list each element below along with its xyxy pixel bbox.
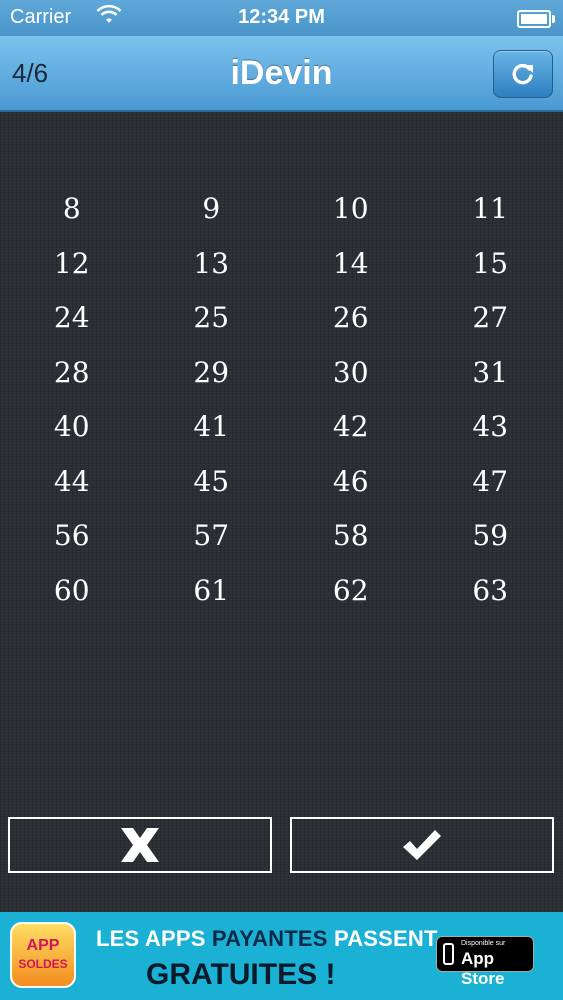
grid-number: 26	[332, 301, 369, 334]
grid-number: 40	[53, 410, 90, 443]
grid-number: 45	[193, 464, 230, 498]
grid-number: 8	[62, 192, 81, 225]
check-icon	[403, 830, 441, 860]
grid-number: 59	[472, 519, 509, 552]
grid-number: 13	[193, 246, 230, 280]
grid-number: 44	[53, 464, 90, 498]
grid-number: 57	[193, 519, 230, 552]
grid-number: 43	[472, 410, 509, 443]
grid-number: 58	[332, 519, 369, 552]
grid-number: 29	[193, 355, 230, 389]
grid-number: 63	[472, 573, 509, 607]
grid-number: 11	[472, 192, 509, 225]
grid-number: 60	[53, 573, 90, 607]
grid-number: 9	[202, 192, 221, 225]
grid-number: 25	[193, 301, 230, 334]
iphone-icon	[443, 943, 454, 965]
page-title: iDevin	[230, 54, 333, 92]
grid-number: 15	[472, 246, 509, 280]
grid-number: 56	[53, 519, 90, 552]
yes-button[interactable]	[290, 817, 554, 873]
grid-number: 31	[472, 355, 509, 389]
grid-number: 10	[332, 192, 369, 225]
grid-number: 46	[332, 464, 369, 498]
grid-number: 28	[53, 355, 90, 389]
app-soldes-logo: APP SOLDES	[10, 922, 76, 988]
x-icon	[121, 828, 159, 862]
grid-number: 24	[53, 301, 90, 334]
grid-number: 41	[193, 410, 230, 443]
nav-bar: 4/6 iDevin	[0, 36, 563, 112]
main-area: 8 9 10 11 12 13 14 15 24 25 26 27 28 29 30 31 40 41 42 43 44…	[0, 112, 563, 912]
refresh-button[interactable]	[493, 50, 553, 98]
grid-number: 61	[193, 573, 230, 607]
grid-number: 27	[472, 301, 509, 334]
grid-number: 42	[332, 410, 369, 443]
no-button[interactable]	[8, 817, 272, 873]
refresh-icon	[512, 63, 533, 85]
grid-number: 47	[472, 464, 509, 498]
number-grid: 8 9 10 11 12 13 14 15 24 25 26 27 28 29 30 31 40 41 42 43 44…	[2, 182, 560, 618]
grid-number: 14	[332, 246, 369, 280]
battery-icon	[517, 10, 555, 28]
grid-number: 30	[332, 355, 369, 389]
app-store-badge[interactable]: Disponible sur App Store	[436, 936, 534, 988]
banner-subline: GRATUITES !	[146, 958, 336, 991]
grid-number: 62	[332, 573, 369, 607]
banner-headline: LES APPS PAYANTES PASSENT	[96, 926, 438, 951]
grid-number: 12	[53, 246, 90, 280]
ad-banner[interactable]: APP SOLDES LES APPS PAYANTES PASSENT GRA…	[0, 912, 563, 1000]
status-time: 12:34 PM	[238, 6, 325, 28]
status-bar: Carrier 12:34 PM	[0, 0, 563, 36]
